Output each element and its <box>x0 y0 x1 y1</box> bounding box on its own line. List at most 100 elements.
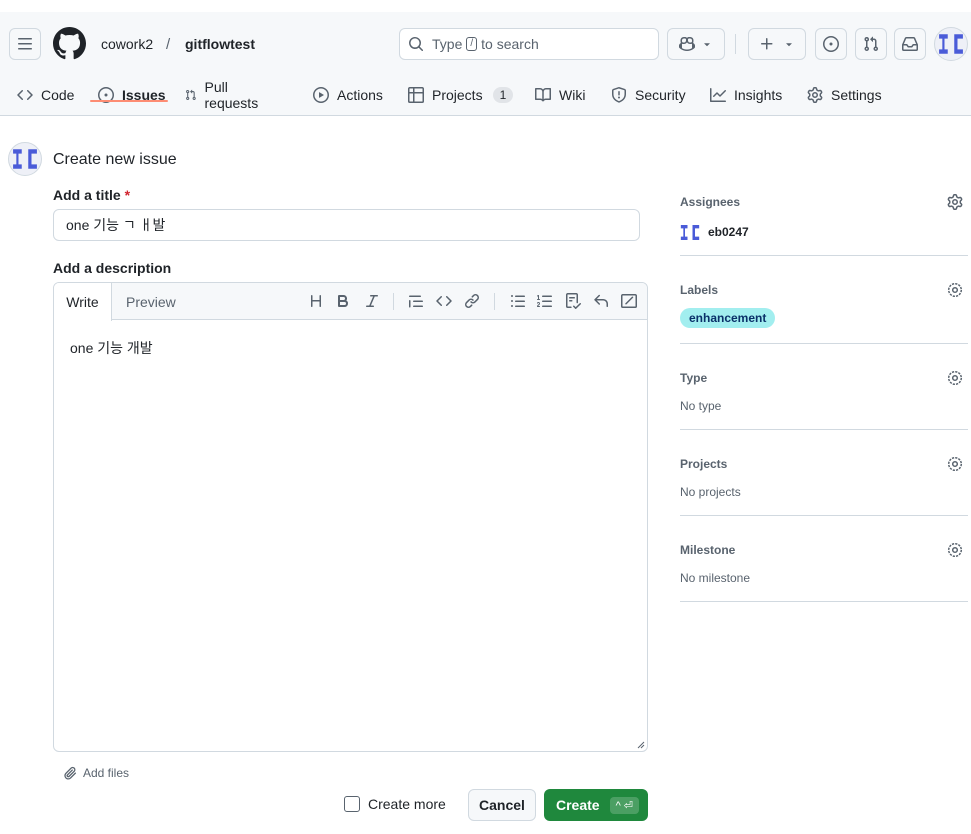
tab-label: Wiki <box>559 87 586 103</box>
ordered-list-button[interactable] <box>537 293 553 309</box>
menu-button[interactable] <box>9 28 41 60</box>
tab-code[interactable]: Code <box>17 74 74 116</box>
user-avatar[interactable] <box>934 27 968 61</box>
tab-security[interactable]: Security <box>611 74 686 116</box>
code-button[interactable] <box>436 293 452 309</box>
labels-section: Labels enhancement <box>680 256 968 344</box>
tab-projects[interactable]: Projects 1 <box>408 74 514 116</box>
identicon-icon <box>680 224 700 240</box>
unordered-list-button[interactable] <box>510 293 526 309</box>
table-icon <box>408 87 424 103</box>
toolbar-divider <box>494 293 495 310</box>
tab-write[interactable]: Write <box>54 283 112 321</box>
resize-handle-icon[interactable] <box>635 739 645 749</box>
milestone-section: Milestone No milestone <box>680 516 968 602</box>
active-tab-indicator <box>90 100 168 102</box>
assignees-heading: Assignees <box>680 195 741 209</box>
tab-issues[interactable]: Issues <box>98 74 166 116</box>
your-pull-requests-button[interactable] <box>855 28 887 60</box>
title-input[interactable]: one 기능 ㄱ ㅐ발 <box>53 209 640 241</box>
label-enhancement[interactable]: enhancement <box>680 308 776 328</box>
paperclip-icon <box>64 766 77 780</box>
tab-insights[interactable]: Insights <box>710 74 782 116</box>
issue-opened-icon <box>823 36 839 52</box>
editor-toolbar: Write Preview <box>54 283 647 321</box>
assignee-item[interactable]: eb0247 <box>680 222 749 242</box>
tab-pull-requests[interactable]: Pull requests <box>185 74 263 116</box>
tab-actions[interactable]: Actions <box>313 74 383 116</box>
search-shortcut-key: / <box>466 37 478 51</box>
create-new-button[interactable] <box>748 28 806 60</box>
assignee-name: eb0247 <box>708 225 749 239</box>
tab-wiki[interactable]: Wiki <box>535 74 585 116</box>
cancel-button[interactable]: Cancel <box>468 789 536 821</box>
create-more-toggle[interactable]: Create more <box>344 796 446 812</box>
assignees-section: Assignees eb0247 <box>680 188 968 256</box>
shield-icon <box>612 87 626 103</box>
gear-icon[interactable] <box>947 282 963 298</box>
search-suffix: to search <box>481 36 539 52</box>
code-icon <box>17 89 33 101</box>
projects-heading: Projects <box>680 457 728 471</box>
heading-button[interactable] <box>308 293 324 309</box>
gear-icon[interactable] <box>947 542 963 558</box>
search-input[interactable]: Type / to search <box>399 28 659 60</box>
identicon-icon <box>13 149 37 169</box>
copilot-button[interactable] <box>667 28 725 60</box>
github-logo-icon[interactable] <box>53 27 86 60</box>
bold-button[interactable] <box>335 293 351 309</box>
link-button[interactable] <box>464 293 480 309</box>
tasklist-icon <box>566 293 582 309</box>
gear-icon[interactable] <box>947 370 963 386</box>
git-pull-request-icon <box>864 36 879 52</box>
hamburger-icon <box>18 38 32 50</box>
list-ordered-icon <box>537 295 552 307</box>
title-label: Add a title * <box>53 187 130 203</box>
title-label-text: Add a title <box>53 187 121 203</box>
notifications-button[interactable] <box>894 28 926 60</box>
quote-icon <box>409 295 423 308</box>
your-issues-button[interactable] <box>815 28 847 60</box>
milestone-heading: Milestone <box>680 543 736 557</box>
task-list-button[interactable] <box>565 293 582 309</box>
reply-icon <box>594 294 608 307</box>
gear-icon <box>807 87 823 103</box>
undo-button[interactable] <box>593 293 609 309</box>
description-label: Add a description <box>53 260 172 276</box>
add-files-button[interactable]: Add files <box>63 766 129 780</box>
search-prefix: Type <box>432 36 463 52</box>
description-textarea[interactable]: one 기능 개발 <box>70 338 153 358</box>
author-avatar <box>8 142 42 176</box>
tab-preview[interactable]: Preview <box>126 283 176 320</box>
projects-count-badge: 1 <box>492 87 514 103</box>
breadcrumb-owner[interactable]: cowork2 <box>101 36 153 52</box>
required-mark: * <box>124 187 131 203</box>
copilot-icon <box>679 36 695 52</box>
book-icon <box>535 87 551 102</box>
slash-commands-button[interactable] <box>621 293 637 309</box>
git-pull-request-icon <box>186 89 196 101</box>
toolbar-divider <box>393 293 394 310</box>
milestone-value: No milestone <box>680 571 751 585</box>
plus-icon <box>761 38 773 50</box>
quote-button[interactable] <box>408 293 424 309</box>
markdown-editor: Write Preview one 기능 개발 <box>53 282 648 752</box>
tab-settings[interactable]: Settings <box>807 74 882 116</box>
tab-label: Actions <box>337 87 383 103</box>
type-heading: Type <box>680 371 708 385</box>
gear-icon[interactable] <box>947 194 963 210</box>
tab-label: Settings <box>831 87 882 103</box>
create-button[interactable]: Create ^ ⏎ <box>544 789 648 821</box>
list-unordered-icon <box>511 295 525 307</box>
chevron-down-icon <box>786 43 792 47</box>
create-more-checkbox[interactable] <box>344 796 360 812</box>
top-strip <box>0 0 971 12</box>
italic-button[interactable] <box>364 293 380 309</box>
tab-label: Insights <box>734 87 783 103</box>
tab-label: Projects <box>432 87 483 103</box>
breadcrumb-repo[interactable]: gitflowtest <box>185 36 255 52</box>
graph-icon <box>710 88 726 102</box>
gear-icon[interactable] <box>947 456 963 472</box>
chevron-down-icon <box>704 43 710 47</box>
tab-label: Security <box>635 87 686 103</box>
